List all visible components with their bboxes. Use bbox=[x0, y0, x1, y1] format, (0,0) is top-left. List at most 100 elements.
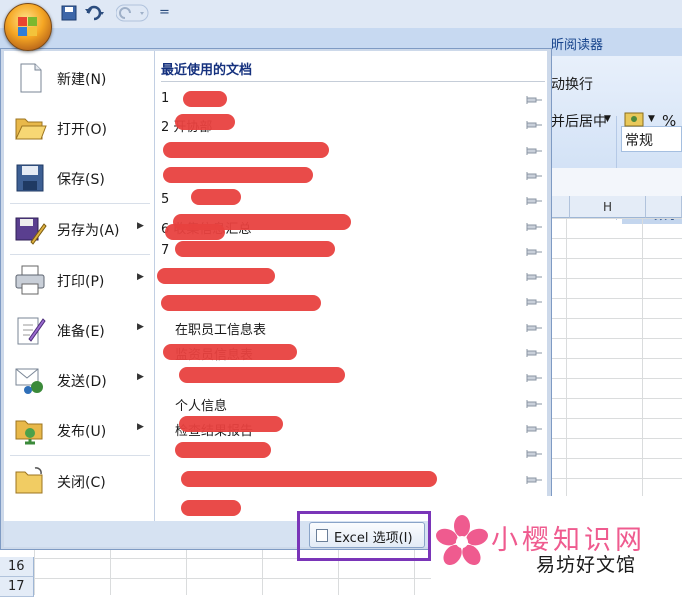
close-folder-icon bbox=[15, 467, 43, 494]
recent-document-item[interactable]: 6 收集信息汇总 bbox=[161, 214, 521, 240]
row-header-17[interactable]: 17 bbox=[0, 577, 34, 597]
currency-dropdown-icon[interactable]: ▼ bbox=[648, 114, 655, 124]
recent-document-item[interactable]: 监资员信息表 bbox=[161, 340, 521, 365]
menu-divider bbox=[10, 455, 150, 456]
menu-item-print[interactable]: 打印(P) ▶ bbox=[4, 257, 154, 303]
pin-icon[interactable] bbox=[525, 323, 543, 333]
pin-icon[interactable] bbox=[525, 297, 543, 307]
column-header[interactable] bbox=[646, 196, 682, 218]
submenu-arrow-icon: ▶ bbox=[137, 221, 144, 231]
recent-documents-panel: 最近使用的文档 1 2 开协部 5 6 收集信息汇总 7 在职员工信息表监资员信息表个人信… bbox=[155, 51, 547, 521]
recent-document-item[interactable]: 7 bbox=[161, 239, 521, 264]
undo-icon[interactable] bbox=[84, 4, 106, 22]
menu-item-label: 发布(U) bbox=[57, 424, 107, 440]
menu-item-save[interactable]: 保存(S) bbox=[4, 155, 154, 201]
recent-document-item[interactable]: 在职员工信息表 bbox=[161, 315, 521, 340]
pin-icon[interactable] bbox=[525, 95, 543, 105]
redo-icon[interactable] bbox=[116, 4, 150, 22]
office-button[interactable] bbox=[4, 3, 52, 51]
recent-document-item[interactable]: 5 bbox=[161, 188, 521, 213]
percent-button[interactable]: % bbox=[662, 112, 676, 130]
pin-icon[interactable] bbox=[525, 449, 543, 459]
redaction-mark bbox=[157, 268, 275, 284]
recent-document-item[interactable]: 个人信息 bbox=[161, 391, 521, 416]
save-icon[interactable] bbox=[61, 4, 77, 22]
menu-item-save-as[interactable]: 另存为(A) ▶ bbox=[4, 206, 154, 252]
recent-document-name: 1 bbox=[161, 91, 170, 106]
tab-pdf-reader[interactable]: 昕阅读器 bbox=[551, 34, 603, 53]
redaction-mark bbox=[181, 471, 437, 487]
office-logo-icon bbox=[18, 17, 38, 37]
menu-item-label: 打印(P) bbox=[57, 274, 105, 290]
redaction-mark bbox=[181, 500, 241, 516]
menu-item-send[interactable]: 发送(D) ▶ bbox=[4, 357, 154, 403]
pin-icon[interactable] bbox=[525, 120, 543, 130]
highlight-annotation bbox=[297, 511, 431, 561]
wrap-text-button[interactable]: 动换行 bbox=[551, 74, 593, 94]
recent-divider bbox=[161, 81, 545, 82]
submenu-arrow-icon: ▶ bbox=[137, 422, 144, 432]
recent-document-item[interactable]: 1 bbox=[161, 87, 521, 112]
menu-item-label: 关闭(C) bbox=[57, 475, 106, 491]
recent-document-item[interactable] bbox=[161, 467, 521, 492]
merge-dropdown-icon[interactable]: ▼ bbox=[604, 114, 611, 124]
recent-document-item[interactable] bbox=[161, 163, 521, 188]
open-folder-icon bbox=[15, 118, 47, 140]
send-icon bbox=[15, 368, 43, 394]
menu-item-new[interactable]: 新建(N) bbox=[4, 55, 154, 101]
redaction-mark bbox=[175, 442, 271, 458]
pin-icon[interactable] bbox=[525, 146, 543, 156]
pin-icon[interactable] bbox=[525, 475, 543, 485]
recent-document-name: 7 bbox=[161, 243, 170, 258]
recent-document-item[interactable] bbox=[161, 441, 521, 466]
row-header-16[interactable]: 16 bbox=[0, 557, 34, 577]
redaction-mark bbox=[163, 167, 313, 183]
pin-icon[interactable] bbox=[525, 196, 543, 206]
menu-item-close[interactable]: 关闭(C) bbox=[4, 458, 154, 504]
pin-icon[interactable] bbox=[525, 399, 543, 409]
currency-icon[interactable] bbox=[624, 110, 646, 130]
pin-icon[interactable] bbox=[525, 222, 543, 232]
pin-icon[interactable] bbox=[525, 171, 543, 181]
menu-item-label: 打开(O) bbox=[57, 122, 107, 138]
prepare-icon bbox=[17, 317, 46, 345]
customize-qat-icon[interactable]: = bbox=[159, 5, 170, 23]
pin-icon[interactable] bbox=[525, 348, 543, 358]
printer-icon bbox=[15, 265, 45, 295]
quick-access-toolbar: = bbox=[0, 0, 682, 29]
menu-item-open[interactable]: 打开(O) bbox=[4, 105, 154, 151]
redaction-mark bbox=[191, 189, 241, 205]
new-document-icon bbox=[20, 63, 42, 93]
pin-icon[interactable] bbox=[525, 272, 543, 282]
redaction-mark bbox=[179, 416, 283, 432]
pin-icon[interactable] bbox=[525, 247, 543, 257]
pin-icon[interactable] bbox=[525, 424, 543, 434]
recent-document-item[interactable]: 2 开协部 bbox=[161, 112, 521, 137]
save-disk-icon bbox=[16, 164, 44, 192]
redaction-mark bbox=[179, 367, 345, 383]
menu-command-list: 新建(N) 打开(O) 保存(S) 另存为(A) ▶ 打印(P) ▶ 准备(E)… bbox=[4, 51, 155, 521]
publish-icon bbox=[15, 420, 43, 445]
pin-icon[interactable] bbox=[525, 373, 543, 383]
menu-item-label: 新建(N) bbox=[57, 72, 107, 88]
redaction-mark bbox=[165, 224, 225, 240]
menu-item-label: 保存(S) bbox=[57, 172, 105, 188]
redaction-mark bbox=[163, 142, 329, 158]
redaction-mark bbox=[163, 344, 297, 360]
save-as-icon bbox=[15, 217, 47, 245]
recent-document-name: 5 bbox=[161, 192, 170, 207]
menu-item-prepare[interactable]: 准备(E) ▶ bbox=[4, 307, 154, 353]
menu-item-label: 发送(D) bbox=[57, 374, 107, 390]
recent-document-item[interactable] bbox=[157, 264, 521, 289]
column-header-h[interactable]: H bbox=[570, 196, 646, 218]
submenu-arrow-icon: ▶ bbox=[137, 372, 144, 382]
recent-document-item[interactable] bbox=[161, 289, 521, 314]
recent-document-item[interactable] bbox=[161, 365, 521, 390]
merge-center-button[interactable]: 并后居中 bbox=[551, 111, 607, 131]
recent-document-item[interactable]: 检查结果报告 bbox=[161, 416, 521, 441]
redaction-mark bbox=[161, 295, 321, 311]
submenu-arrow-icon: ▶ bbox=[137, 322, 144, 332]
recent-document-item[interactable] bbox=[161, 138, 521, 163]
recent-documents-title: 最近使用的文档 bbox=[161, 63, 253, 78]
menu-item-publish[interactable]: 发布(U) ▶ bbox=[4, 407, 154, 453]
